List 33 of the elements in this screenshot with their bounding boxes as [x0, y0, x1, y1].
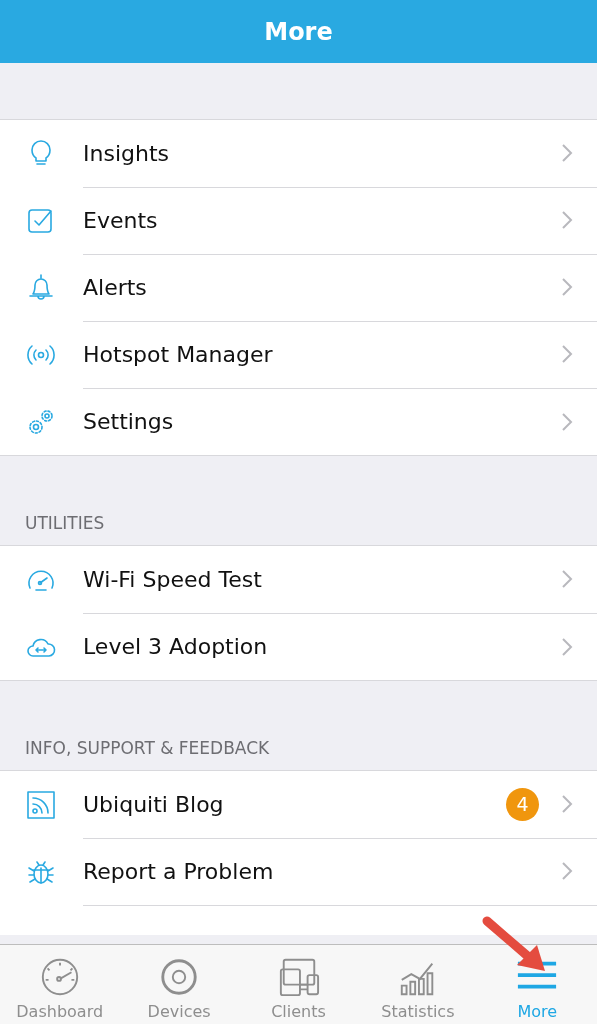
chevron-icon [561, 210, 573, 230]
count-badge: 4 [506, 787, 539, 821]
chevron-icon [561, 143, 573, 163]
menu-label: Report a Problem [83, 858, 275, 884]
menu-label: Insights [83, 140, 170, 166]
menu-row[interactable]: Ubiquiti Blog 4 [0, 771, 597, 838]
menu-row[interactable]: Wi-Fi Speed Test [0, 546, 597, 613]
menu-label: Level 3 Adoption [83, 634, 269, 659]
menu-row[interactable]: Settings [0, 388, 597, 455]
chevron-icon [561, 794, 573, 814]
screen-title: More [264, 17, 333, 46]
menu-label: Settings [83, 409, 175, 434]
feed-icon [25, 788, 57, 821]
menu-label: Events [83, 207, 159, 233]
chevron-icon [561, 861, 573, 881]
menu-row[interactable]: Events [0, 187, 597, 254]
menu-row[interactable]: Report a Problem [0, 838, 597, 905]
menu-label: Alerts [83, 274, 148, 300]
section-header: UTILITIES [25, 513, 105, 533]
chevron-icon [561, 277, 573, 297]
menu-label: Hotspot Manager [83, 341, 274, 367]
menu-row[interactable]: Alerts [0, 254, 597, 321]
chevron-icon [561, 411, 573, 432]
menu-label: Wi-Fi Speed Test [83, 566, 263, 592]
chevron-icon [561, 344, 573, 364]
section-header: INFO, SUPPORT & FEEDBACK [25, 738, 270, 758]
menu-label: Ubiquiti Blog [83, 791, 225, 817]
chevron-icon [561, 636, 573, 657]
menu-row[interactable]: Level 3 Adoption [0, 613, 597, 680]
menu-row[interactable]: Insights [0, 120, 597, 187]
menu-row[interactable]: Hotspot Manager [0, 321, 597, 388]
devices-icon [277, 956, 320, 998]
chevron-icon [561, 569, 573, 589]
